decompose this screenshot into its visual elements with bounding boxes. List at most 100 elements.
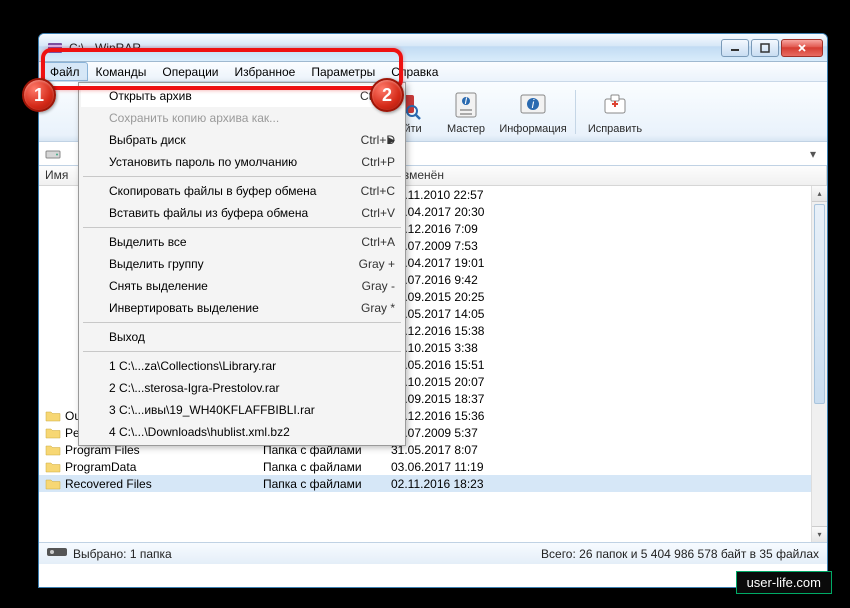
svg-text:i: i	[465, 93, 468, 107]
menu-item[interactable]: Выбрать дискCtrl+D▶	[81, 129, 403, 151]
menu-item-label: 4 C:\...\Downloads\hublist.xml.bz2	[109, 425, 395, 439]
menu-item-label: Выделить группу	[109, 257, 359, 271]
menu-item-label: Сохранить копию архива как...	[109, 111, 395, 125]
titlebar: C:\ - WinRAR	[39, 34, 827, 62]
cell-date: 15.09.2015 20:25	[391, 290, 827, 304]
cell-date: 02.11.2016 18:23	[391, 477, 827, 491]
folder-icon	[45, 375, 61, 389]
folder-icon	[45, 324, 61, 338]
menu-item[interactable]: Выход	[81, 326, 403, 348]
vertical-scrollbar[interactable]: ▴ ▾	[811, 186, 827, 542]
folder-icon	[45, 392, 61, 406]
cell-date: 15.09.2015 18:37	[391, 392, 827, 406]
app-window: C:\ - WinRAR Файл Команды Операции Избра…	[38, 33, 828, 588]
menu-item-label: 2 C:\...sterosa-Igra-Prestolov.rar	[109, 381, 395, 395]
menu-item[interactable]: Выделить группуGray +	[81, 253, 403, 275]
toolbar-separator	[575, 90, 576, 134]
maximize-button[interactable]	[751, 39, 779, 57]
toolbar-repair-label: Исправить	[588, 123, 642, 135]
folder-icon	[45, 256, 61, 270]
menu-item-shortcut: Ctrl+V	[361, 206, 395, 220]
toolbar-info[interactable]: i Информация	[497, 85, 569, 139]
scroll-down-button[interactable]: ▾	[812, 526, 827, 542]
menu-item-label: Скопировать файлы в буфер обмена	[109, 184, 361, 198]
menu-item[interactable]: 3 C:\...ивы\19_WH40KFLAFFBIBLI.rar	[81, 399, 403, 421]
address-dropdown-button[interactable]: ▾	[805, 146, 821, 162]
toolbar-repair[interactable]: Исправить	[582, 85, 648, 139]
menu-item[interactable]: Установить пароль по умолчаниюCtrl+P	[81, 151, 403, 173]
scroll-thumb[interactable]	[814, 204, 825, 404]
toolbar-info-label: Информация	[499, 123, 566, 135]
repair-icon	[599, 89, 631, 121]
close-button[interactable]	[781, 39, 823, 57]
menu-item-label: 1 C:\...za\Collections\Library.rar	[109, 359, 395, 373]
table-row[interactable]: Recovered FilesПапка с файлами02.11.2016…	[39, 475, 827, 492]
menu-separator	[83, 322, 401, 323]
cell-date: 12.10.2015 20:07	[391, 375, 827, 389]
submenu-arrow-icon: ▶	[388, 135, 395, 146]
folder-icon	[45, 358, 61, 372]
folder-icon	[45, 409, 61, 423]
cell-type: Папка с файлами	[263, 460, 391, 474]
menu-item[interactable]: Выделить всеCtrl+A	[81, 231, 403, 253]
menu-item-label: 3 C:\...ивы\19_WH40KFLAFFBIBLI.rar	[109, 403, 395, 417]
toolbar-wizard-label: Мастер	[447, 123, 485, 135]
menu-item[interactable]: Открыть архивCtrl+O	[81, 85, 403, 107]
folder-icon	[45, 290, 61, 304]
cell-date: 19.04.2017 19:01	[391, 256, 827, 270]
menu-file[interactable]: Файл	[42, 62, 88, 81]
menu-item-label: Установить пароль по умолчанию	[109, 155, 361, 169]
table-row[interactable]: ProgramDataПапка с файлами03.06.2017 11:…	[39, 458, 827, 475]
menu-item[interactable]: 2 C:\...sterosa-Igra-Prestolov.rar	[81, 377, 403, 399]
folder-icon	[45, 477, 61, 491]
menu-item-label: Снять выделение	[109, 279, 362, 293]
cell-date: 19.04.2017 20:30	[391, 205, 827, 219]
svg-text:i: i	[532, 97, 535, 111]
minimize-button[interactable]	[721, 39, 749, 57]
cell-date: 14.07.2009 5:37	[391, 426, 827, 440]
scroll-up-button[interactable]: ▴	[812, 186, 827, 202]
menu-favorites[interactable]: Избранное	[227, 62, 304, 81]
cell-date: 03.06.2017 11:19	[391, 460, 827, 474]
folder-icon	[45, 239, 61, 253]
menu-operations[interactable]: Операции	[154, 62, 226, 81]
folder-icon	[45, 188, 61, 202]
menu-item-label: Открыть архив	[109, 89, 360, 103]
menu-item[interactable]: Снять выделениеGray -	[81, 275, 403, 297]
app-icon	[47, 40, 63, 56]
cell-date: 08.05.2017 14:05	[391, 307, 827, 321]
folder-icon	[45, 222, 61, 236]
menu-separator	[83, 176, 401, 177]
cell-date: 20.11.2010 22:57	[391, 188, 827, 202]
menu-item-shortcut: Ctrl+C	[361, 184, 395, 198]
cell-date: 14.07.2009 7:53	[391, 239, 827, 253]
menu-item-label: Вставить файлы из буфера обмена	[109, 206, 361, 220]
menu-separator	[83, 227, 401, 228]
menu-item[interactable]: Вставить файлы из буфера обменаCtrl+V	[81, 202, 403, 224]
menu-item[interactable]: 4 C:\...\Downloads\hublist.xml.bz2	[81, 421, 403, 443]
status-icon	[47, 546, 67, 561]
menu-item[interactable]: 1 C:\...za\Collections\Library.rar	[81, 355, 403, 377]
cell-date: 20.10.2015 3:38	[391, 341, 827, 355]
menu-options[interactable]: Параметры	[303, 62, 383, 81]
info-icon: i	[517, 89, 549, 121]
annotation-callout-2: 2	[370, 78, 404, 112]
menubar: Файл Команды Операции Избранное Параметр…	[39, 62, 827, 82]
column-modified[interactable]: Изменён	[389, 166, 827, 185]
cell-date: 19.12.2016 15:38	[391, 324, 827, 338]
window-title: C:\ - WinRAR	[69, 41, 719, 55]
cell-date: 31.05.2017 8:07	[391, 443, 827, 457]
menu-item[interactable]: Скопировать файлы в буфер обменаCtrl+C	[81, 180, 403, 202]
folder-icon	[45, 341, 61, 355]
menu-item: Сохранить копию архива как...	[81, 107, 403, 129]
cell-date: 27.12.2016 15:36	[391, 409, 827, 423]
menu-item-shortcut: Ctrl+P	[361, 155, 395, 169]
menu-item-shortcut: Gray -	[362, 279, 395, 293]
menu-item-shortcut: Gray +	[359, 257, 395, 271]
menu-commands[interactable]: Команды	[88, 62, 155, 81]
menu-item[interactable]: Инвертировать выделениеGray *	[81, 297, 403, 319]
status-totals: Всего: 26 папок и 5 404 986 578 байт в 3…	[541, 547, 819, 561]
statusbar: Выбрано: 1 папка Всего: 26 папок и 5 404…	[39, 542, 827, 564]
folder-icon	[45, 307, 61, 321]
toolbar-wizard[interactable]: i Мастер	[437, 85, 495, 139]
